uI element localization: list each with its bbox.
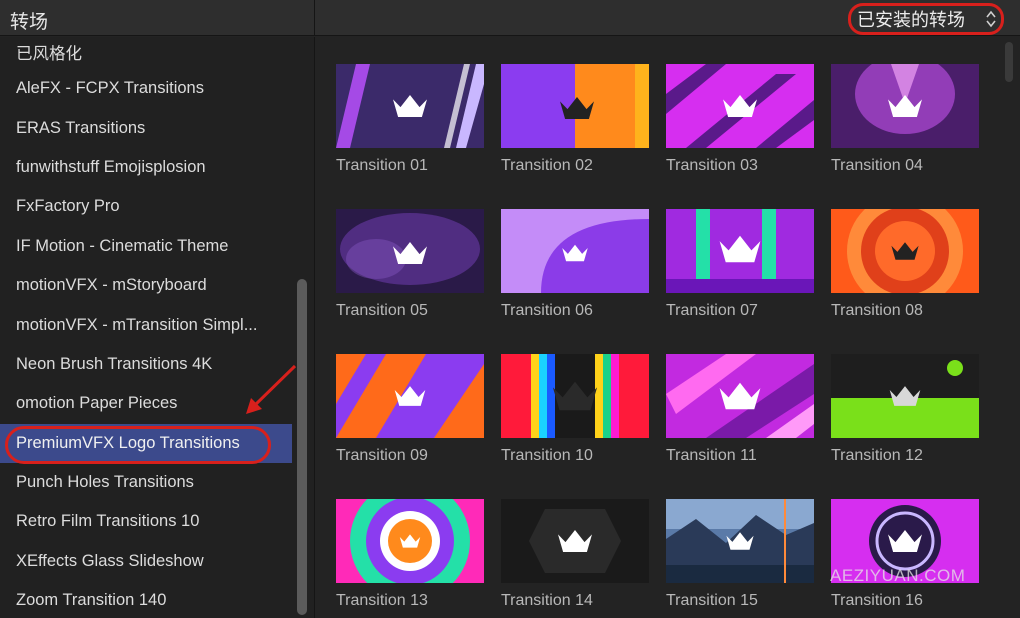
transition-label: Transition 01 [336,157,428,174]
sidebar-item[interactable]: 已风格化 [0,37,292,69]
transition-tile[interactable]: Transition 09 [336,354,484,465]
transition-tile[interactable]: Transition 03 [666,64,814,175]
category-sidebar: 已风格化 AleFX - FCPX Transitions ERAS Transit… [0,37,315,618]
sidebar-item[interactable]: funwithstuff Emojisplosion [0,148,292,187]
transition-tile[interactable]: Transition 15 [666,499,814,610]
sidebar-item[interactable]: omotion Paper Pieces [0,384,292,423]
transition-tile[interactable]: Transition 06 [501,209,649,320]
select-label: 已安装的转场 [857,10,965,31]
sidebar-item[interactable]: Zoom Transition 140 [0,581,292,618]
transition-label: Transition 08 [831,302,923,319]
transition-thumbnail[interactable] [501,209,649,293]
transition-thumbnail[interactable] [501,499,649,583]
transition-tile[interactable]: Transition 16 [831,499,979,610]
sidebar-list: 已风格化 AleFX - FCPX Transitions ERAS Transit… [0,37,292,618]
transition-tile[interactable]: Transition 05 [336,209,484,320]
transition-thumbnail[interactable] [831,209,979,293]
watermark: AEZIYUAN.COM [830,566,966,585]
sidebar-item[interactable]: motionVFX - mTransition Simpl... [0,305,292,344]
sidebar-item[interactable]: AleFX - FCPX Transitions [0,69,292,108]
transition-thumbnail[interactable] [501,64,649,148]
transition-thumbnail[interactable] [666,354,814,438]
installed-transitions-select[interactable]: 已安装的转场 [848,3,1004,35]
transition-label: Transition 05 [336,302,428,319]
transition-tile[interactable]: Transition 11 [666,354,814,465]
transition-thumbnail[interactable] [336,354,484,438]
transition-thumbnail[interactable] [336,209,484,293]
transition-label: Transition 12 [831,447,923,464]
transition-tile[interactable]: Transition 12 [831,354,979,465]
sidebar-item[interactable]: Punch Holes Transitions [0,463,292,502]
transition-thumbnail[interactable] [666,209,814,293]
transition-label: Transition 09 [336,447,428,464]
transition-label: Transition 10 [501,447,593,464]
transition-label: Transition 13 [336,592,428,609]
transition-thumbnail[interactable] [831,64,979,148]
sidebar-item[interactable]: IF Motion - Cinematic Theme [0,227,292,266]
transition-tile[interactable]: Transition 02 [501,64,649,175]
panel-title: 转场 [10,11,49,33]
transitions-grid: Transition 01 Transition 02 Transition 0… [316,37,1020,618]
sidebar-item[interactable]: Neon Brush Transitions 4K [0,345,292,384]
sidebar-item[interactable]: motionVFX - mStoryboard [0,266,292,305]
transition-thumbnail[interactable] [501,354,649,438]
transition-label: Transition 11 [666,447,757,464]
transition-thumbnail[interactable] [336,499,484,583]
transition-label: Transition 15 [666,592,758,609]
transition-tile[interactable]: Transition 10 [501,354,649,465]
sidebar-item[interactable]: PremiumVFX Logo Transitions [0,423,292,463]
sidebar-scrollbar[interactable] [297,279,307,615]
transition-tile[interactable]: Transition 04 [831,64,979,175]
transition-thumbnail[interactable] [336,64,484,148]
sidebar-item[interactable]: Retro Film Transitions 10 [0,502,292,541]
header-left: 转场 [0,0,315,36]
transition-tile[interactable]: Transition 13 [336,499,484,610]
chevron-updown-icon [986,10,996,28]
sidebar-item[interactable]: FxFactory Pro [0,187,292,226]
sidebar-item[interactable]: ERAS Transitions [0,108,292,147]
transition-tile[interactable]: Transition 14 [501,499,649,610]
transition-label: Transition 02 [501,157,593,174]
transition-label: Transition 04 [831,157,923,174]
transition-label: Transition 14 [501,592,593,609]
transition-label: Transition 06 [501,302,593,319]
transition-thumbnail[interactable] [831,354,979,438]
transition-tile[interactable]: Transition 07 [666,209,814,320]
transition-label: Transition 16 [831,592,923,609]
sidebar-item[interactable]: XEffects Glass Slideshow [0,542,292,581]
transition-tile[interactable]: Transition 08 [831,209,979,320]
grid-scrollbar[interactable] [1005,42,1013,82]
transition-tile[interactable]: Transition 01 [336,64,484,175]
transition-thumbnail[interactable] [666,64,814,148]
transition-label: Transition 03 [666,157,758,174]
transition-label: Transition 07 [666,302,758,319]
transition-thumbnail[interactable] [666,499,814,583]
browser-header: 转场 已安装的转场 [0,0,1020,36]
